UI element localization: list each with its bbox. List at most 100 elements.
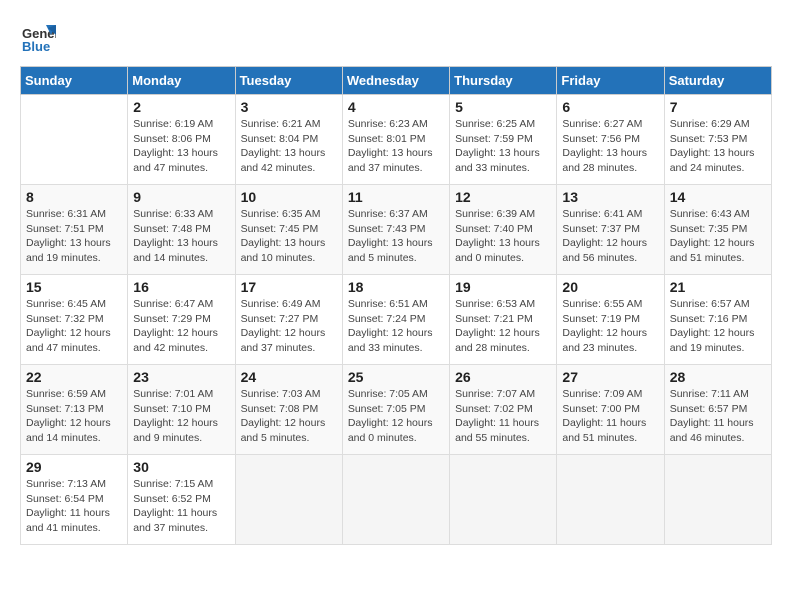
- calendar-day-cell: 29 Sunrise: 7:13 AMSunset: 6:54 PMDaylig…: [21, 455, 128, 545]
- day-info: Sunrise: 6:51 AMSunset: 7:24 PMDaylight:…: [348, 297, 444, 356]
- calendar-week-row: 15 Sunrise: 6:45 AMSunset: 7:32 PMDaylig…: [21, 275, 772, 365]
- day-info: Sunrise: 7:15 AMSunset: 6:52 PMDaylight:…: [133, 477, 229, 536]
- calendar-day-cell: 24 Sunrise: 7:03 AMSunset: 7:08 PMDaylig…: [235, 365, 342, 455]
- calendar-day-cell: 27 Sunrise: 7:09 AMSunset: 7:00 PMDaylig…: [557, 365, 664, 455]
- day-number: 5: [455, 99, 551, 115]
- day-number: 19: [455, 279, 551, 295]
- day-number: 10: [241, 189, 337, 205]
- day-number: 4: [348, 99, 444, 115]
- day-info: Sunrise: 6:43 AMSunset: 7:35 PMDaylight:…: [670, 207, 766, 266]
- day-info: Sunrise: 6:31 AMSunset: 7:51 PMDaylight:…: [26, 207, 122, 266]
- calendar-week-row: 22 Sunrise: 6:59 AMSunset: 7:13 PMDaylig…: [21, 365, 772, 455]
- day-info: Sunrise: 6:39 AMSunset: 7:40 PMDaylight:…: [455, 207, 551, 266]
- day-number: 8: [26, 189, 122, 205]
- day-info: Sunrise: 6:33 AMSunset: 7:48 PMDaylight:…: [133, 207, 229, 266]
- day-header-sunday: Sunday: [21, 67, 128, 95]
- day-number: 24: [241, 369, 337, 385]
- calendar-table: SundayMondayTuesdayWednesdayThursdayFrid…: [20, 66, 772, 545]
- day-info: Sunrise: 6:19 AMSunset: 8:06 PMDaylight:…: [133, 117, 229, 176]
- day-header-tuesday: Tuesday: [235, 67, 342, 95]
- day-info: Sunrise: 6:25 AMSunset: 7:59 PMDaylight:…: [455, 117, 551, 176]
- calendar-day-cell: [557, 455, 664, 545]
- calendar-week-row: 2 Sunrise: 6:19 AMSunset: 8:06 PMDayligh…: [21, 95, 772, 185]
- calendar-day-cell: 21 Sunrise: 6:57 AMSunset: 7:16 PMDaylig…: [664, 275, 771, 365]
- day-info: Sunrise: 7:03 AMSunset: 7:08 PMDaylight:…: [241, 387, 337, 446]
- day-number: 18: [348, 279, 444, 295]
- calendar-day-cell: 10 Sunrise: 6:35 AMSunset: 7:45 PMDaylig…: [235, 185, 342, 275]
- day-info: Sunrise: 6:55 AMSunset: 7:19 PMDaylight:…: [562, 297, 658, 356]
- calendar-day-cell: 13 Sunrise: 6:41 AMSunset: 7:37 PMDaylig…: [557, 185, 664, 275]
- calendar-day-cell: 2 Sunrise: 6:19 AMSunset: 8:06 PMDayligh…: [128, 95, 235, 185]
- calendar-day-cell: 25 Sunrise: 7:05 AMSunset: 7:05 PMDaylig…: [342, 365, 449, 455]
- calendar-day-cell: [664, 455, 771, 545]
- calendar-day-cell: 12 Sunrise: 6:39 AMSunset: 7:40 PMDaylig…: [450, 185, 557, 275]
- day-number: 25: [348, 369, 444, 385]
- day-number: 26: [455, 369, 551, 385]
- day-number: 15: [26, 279, 122, 295]
- day-info: Sunrise: 6:53 AMSunset: 7:21 PMDaylight:…: [455, 297, 551, 356]
- day-info: Sunrise: 6:27 AMSunset: 7:56 PMDaylight:…: [562, 117, 658, 176]
- day-info: Sunrise: 7:13 AMSunset: 6:54 PMDaylight:…: [26, 477, 122, 536]
- calendar-day-cell: 14 Sunrise: 6:43 AMSunset: 7:35 PMDaylig…: [664, 185, 771, 275]
- calendar-day-cell: 17 Sunrise: 6:49 AMSunset: 7:27 PMDaylig…: [235, 275, 342, 365]
- day-number: 11: [348, 189, 444, 205]
- calendar-day-cell: [21, 95, 128, 185]
- calendar-day-cell: 16 Sunrise: 6:47 AMSunset: 7:29 PMDaylig…: [128, 275, 235, 365]
- day-info: Sunrise: 7:07 AMSunset: 7:02 PMDaylight:…: [455, 387, 551, 446]
- calendar-day-cell: 19 Sunrise: 6:53 AMSunset: 7:21 PMDaylig…: [450, 275, 557, 365]
- calendar-day-cell: 6 Sunrise: 6:27 AMSunset: 7:56 PMDayligh…: [557, 95, 664, 185]
- calendar-day-cell: 23 Sunrise: 7:01 AMSunset: 7:10 PMDaylig…: [128, 365, 235, 455]
- calendar-day-cell: 8 Sunrise: 6:31 AMSunset: 7:51 PMDayligh…: [21, 185, 128, 275]
- calendar-day-cell: 15 Sunrise: 6:45 AMSunset: 7:32 PMDaylig…: [21, 275, 128, 365]
- calendar-day-cell: 18 Sunrise: 6:51 AMSunset: 7:24 PMDaylig…: [342, 275, 449, 365]
- calendar-day-cell: 20 Sunrise: 6:55 AMSunset: 7:19 PMDaylig…: [557, 275, 664, 365]
- logo: General Blue: [20, 20, 56, 56]
- day-number: 27: [562, 369, 658, 385]
- day-header-friday: Friday: [557, 67, 664, 95]
- day-info: Sunrise: 6:21 AMSunset: 8:04 PMDaylight:…: [241, 117, 337, 176]
- calendar-body: 2 Sunrise: 6:19 AMSunset: 8:06 PMDayligh…: [21, 95, 772, 545]
- day-number: 6: [562, 99, 658, 115]
- day-info: Sunrise: 6:47 AMSunset: 7:29 PMDaylight:…: [133, 297, 229, 356]
- calendar-day-cell: 5 Sunrise: 6:25 AMSunset: 7:59 PMDayligh…: [450, 95, 557, 185]
- calendar-day-cell: 9 Sunrise: 6:33 AMSunset: 7:48 PMDayligh…: [128, 185, 235, 275]
- day-info: Sunrise: 6:57 AMSunset: 7:16 PMDaylight:…: [670, 297, 766, 356]
- calendar-week-row: 29 Sunrise: 7:13 AMSunset: 6:54 PMDaylig…: [21, 455, 772, 545]
- calendar-day-cell: [342, 455, 449, 545]
- day-info: Sunrise: 6:35 AMSunset: 7:45 PMDaylight:…: [241, 207, 337, 266]
- calendar-day-cell: 4 Sunrise: 6:23 AMSunset: 8:01 PMDayligh…: [342, 95, 449, 185]
- day-number: 13: [562, 189, 658, 205]
- day-number: 17: [241, 279, 337, 295]
- day-header-saturday: Saturday: [664, 67, 771, 95]
- day-number: 14: [670, 189, 766, 205]
- calendar-day-cell: 28 Sunrise: 7:11 AMSunset: 6:57 PMDaylig…: [664, 365, 771, 455]
- day-number: 2: [133, 99, 229, 115]
- day-number: 23: [133, 369, 229, 385]
- day-number: 20: [562, 279, 658, 295]
- day-info: Sunrise: 7:09 AMSunset: 7:00 PMDaylight:…: [562, 387, 658, 446]
- day-number: 12: [455, 189, 551, 205]
- day-info: Sunrise: 7:01 AMSunset: 7:10 PMDaylight:…: [133, 387, 229, 446]
- calendar-day-cell: 7 Sunrise: 6:29 AMSunset: 7:53 PMDayligh…: [664, 95, 771, 185]
- day-info: Sunrise: 6:29 AMSunset: 7:53 PMDaylight:…: [670, 117, 766, 176]
- calendar-header-row: SundayMondayTuesdayWednesdayThursdayFrid…: [21, 67, 772, 95]
- day-info: Sunrise: 6:23 AMSunset: 8:01 PMDaylight:…: [348, 117, 444, 176]
- day-number: 29: [26, 459, 122, 475]
- day-number: 7: [670, 99, 766, 115]
- calendar-day-cell: 26 Sunrise: 7:07 AMSunset: 7:02 PMDaylig…: [450, 365, 557, 455]
- calendar-week-row: 8 Sunrise: 6:31 AMSunset: 7:51 PMDayligh…: [21, 185, 772, 275]
- day-number: 16: [133, 279, 229, 295]
- day-number: 9: [133, 189, 229, 205]
- calendar-day-cell: [450, 455, 557, 545]
- day-header-monday: Monday: [128, 67, 235, 95]
- page-header: General Blue: [20, 20, 772, 56]
- day-number: 21: [670, 279, 766, 295]
- day-info: Sunrise: 7:05 AMSunset: 7:05 PMDaylight:…: [348, 387, 444, 446]
- day-number: 3: [241, 99, 337, 115]
- day-number: 30: [133, 459, 229, 475]
- calendar-day-cell: 22 Sunrise: 6:59 AMSunset: 7:13 PMDaylig…: [21, 365, 128, 455]
- day-number: 28: [670, 369, 766, 385]
- day-info: Sunrise: 7:11 AMSunset: 6:57 PMDaylight:…: [670, 387, 766, 446]
- day-info: Sunrise: 6:41 AMSunset: 7:37 PMDaylight:…: [562, 207, 658, 266]
- day-info: Sunrise: 6:45 AMSunset: 7:32 PMDaylight:…: [26, 297, 122, 356]
